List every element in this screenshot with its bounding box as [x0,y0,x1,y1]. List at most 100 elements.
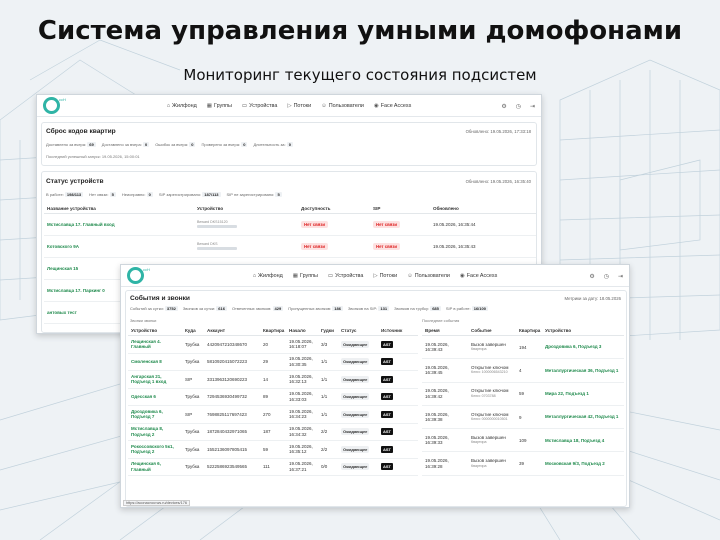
event-apartment: 4 [516,358,542,383]
call-status: Ожидающее [338,335,378,354]
column-header[interactable]: SIP [370,204,430,214]
nav-item-streams[interactable]: ▷ Потоки [287,103,311,109]
event-device-link[interactable]: Металлургическая 42, Подъезд 1 [542,405,624,430]
status-badge: Нет связи [301,221,328,228]
stat-chip: Ошибок за вчера: 0 [155,142,196,147]
call-device-link[interactable]: Лещинская 6, Главный [128,458,182,476]
call-rings: 0/0 [318,458,338,476]
column-header[interactable]: Статус [338,326,378,336]
column-header[interactable]: Обновлено [430,204,536,214]
event-device-link[interactable]: Мстиславца 18, Подъезд 4 [542,428,624,453]
column-header[interactable]: Куда [182,326,204,336]
call-start: 19.05.2026, 16:30:35 [286,353,318,371]
table-row[interactable]: Одесская 6 Трубка 7294536930499732 89 19.05.… [128,388,418,406]
call-device-link[interactable]: Дроздовика 6, Подъезд 7 [128,405,182,424]
table-row[interactable]: 19.05.2026, 16:39:42 Открытие ключом Ключ:… [422,382,624,406]
column-header[interactable]: Событие [468,326,516,336]
call-device-link[interactable]: Ангарская 21, Подъезд 1 вход [128,370,182,389]
source-badge: AST [381,445,393,453]
event-apartment: 59 [516,382,542,406]
column-header[interactable]: Устройство [194,204,298,214]
nav-item-groups[interactable]: ▦ Группы [207,103,232,109]
stat-chip: Звонков на SIP: 131 [347,306,390,311]
event-device-link[interactable]: Металлургическая 36, Подъезд 1 [542,358,624,383]
call-destination: Трубка [182,423,204,441]
nav-item-streams[interactable]: ▷ Потоки [373,273,397,279]
call-start: 19.05.2026, 16:18:07 [286,335,318,354]
call-apartment: 270 [260,405,286,424]
event-device-link[interactable]: Мира 22, Подъезд 1 [542,382,624,406]
event-type: Вызов завершен Квартира [468,335,516,360]
stat-chip: Пропущенных звонков: 186 [288,306,343,311]
column-header[interactable]: Квартира [516,326,542,336]
updated-cell: 19.05.2026, 16:35:44 [430,213,536,236]
column-header[interactable]: Квартира [260,326,286,336]
nav-item-users[interactable]: ☺ Пользователи [407,273,450,279]
table-row[interactable]: Мстиславца 17. Главный вход Beward DKS15… [44,213,536,236]
events-calls-card: События и звонки Метрики за дату: 18.05.… [125,290,627,507]
device-name-link[interactable]: Мстиславца 17. Главный вход [44,213,194,236]
events-calls-title: События и звонки [130,295,190,302]
nav-item-users[interactable]: ☺ Пользователи [321,103,364,109]
table-row[interactable]: Котовского 9А Beward DKS Нет связи Нет с… [44,235,536,258]
call-status: Ожидающее [338,440,378,459]
slide-title: Система управления умными домофонами [37,16,683,46]
table-row[interactable]: Дроздовика 6, Подъезд 7 SIP 76988251176974… [128,405,418,424]
table-row[interactable]: 19.05.2026, 16:39:45 Открытие ключом Ключ:… [422,358,624,383]
updated-cell: 19.05.2026, 16:35:43 [430,235,536,258]
call-device-link[interactable]: Лещинская 4. Главный [128,335,182,354]
call-device-link[interactable]: Рокоссовского 5к1, Подъезд 2 [128,440,182,459]
settings-icon[interactable]: ⚙ [501,103,506,110]
nav-item-devices[interactable]: ▭ Устройства [242,103,277,109]
call-rings: 2/2 [318,440,338,459]
table-row[interactable]: Рокоссовского 5к1, Подъезд 2 Трубка 155213… [128,440,418,459]
stat-chip: Неисправно: 0 [121,192,153,197]
call-account: 1552136097805415 [204,440,260,459]
column-header[interactable]: Устройство [128,326,182,336]
table-row[interactable]: 19.05.2026, 16:39:38 Открытие ключом Ключ:… [422,405,624,430]
nav-item-face-access[interactable]: ◉ Face Access [374,103,411,109]
call-account: 7698825117697423 [204,405,260,424]
column-header[interactable]: Источник [378,326,418,336]
table-row[interactable]: 19.05.2026, 16:39:43 Вызов завершен Кварти… [422,335,624,360]
stat-chip: Отвеченных звонков: 429 [231,306,284,311]
table-row[interactable]: Ангарская 21, Подъезд 1 вход SIP 331396312… [128,370,418,389]
nav-item-housing[interactable]: ⌂ Жилфонд [253,273,283,279]
source-badge: AST [381,393,393,401]
calls-table: Устройство Куда Аккаунт Квартира Начало … [128,326,418,476]
table-row[interactable]: 19.05.2026, 16:39:28 Вызов завершен Кварти… [422,451,624,476]
reset-codes-stats: Доставлено за вчера: 69 Доставлено за вч… [46,142,294,147]
table-row[interactable]: Мстиславца 8, Подъезд 2 Трубка 18728404329… [128,423,418,441]
call-start: 19.05.2026, 16:34:23 [286,405,318,424]
call-apartment: 111 [260,458,286,476]
table-row[interactable]: Лещинская 6, Главный Трубка 52225869235495… [128,458,418,476]
call-rings: 1/1 [318,353,338,371]
column-header[interactable]: Доступность [298,204,370,214]
nav-item-groups[interactable]: ▦ Группы [293,273,318,279]
users-icon: ☺ [407,273,413,279]
nav-item-housing[interactable]: ⌂ Жилфонд [167,103,197,109]
call-start: 19.05.2026, 16:34:32 [286,423,318,441]
column-header[interactable]: Начало [286,326,318,336]
call-device-link[interactable]: Мстиславца 8, Подъезд 2 [128,423,182,441]
event-device-link[interactable]: Московская 9/3, Подъезд 2 [542,451,624,476]
logout-icon[interactable]: ⇥ [618,273,623,280]
clock-icon[interactable]: ◷ [516,103,521,110]
event-device-link[interactable]: Дроздовика 6, Подъезд 3 [542,335,624,360]
logout-icon[interactable]: ⇥ [530,103,535,110]
column-header[interactable]: Аккаунт [204,326,260,336]
device-name-link[interactable]: Котовского 9А [44,235,194,258]
table-row[interactable]: Лещинская 4. Главный Трубка 44209472103486… [128,335,418,354]
call-device-link[interactable]: Смоленская 8 [128,353,182,371]
column-header[interactable]: Устройство [542,326,624,336]
column-header[interactable]: Название устройства [44,204,194,214]
settings-icon[interactable]: ⚙ [589,273,594,280]
column-header[interactable]: Гудки [318,326,338,336]
column-header[interactable]: Время [422,326,468,336]
call-device-link[interactable]: Одесская 6 [128,388,182,406]
table-row[interactable]: 19.05.2026, 16:39:33 Вызов завершен Кварти… [422,428,624,453]
table-row[interactable]: Смоленская 8 Трубка 5810920415072223 29 19.0… [128,353,418,371]
nav-item-face-access[interactable]: ◉ Face Access [460,273,497,279]
clock-icon[interactable]: ◷ [604,273,609,280]
nav-item-devices[interactable]: ▭ Устройства [328,273,363,279]
